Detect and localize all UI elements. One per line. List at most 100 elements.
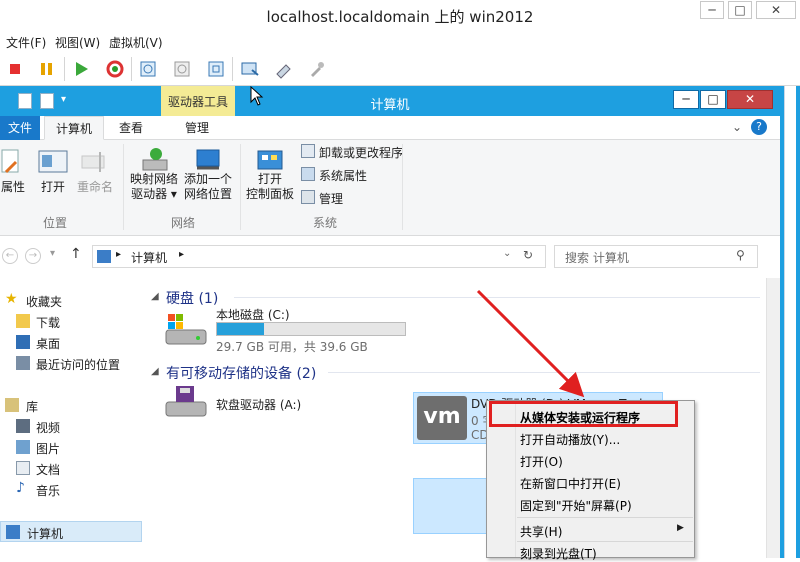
pictures-icon xyxy=(16,440,30,454)
recent-places-icon xyxy=(16,356,30,370)
vm-menu-bar: 文件(F) 视图(W) 虚拟机(V) xyxy=(0,30,800,52)
breadcrumb-chevron-icon[interactable]: ▸ xyxy=(116,249,121,260)
nav-downloads[interactable]: 下载 xyxy=(0,311,142,332)
open-button[interactable]: 打开 xyxy=(38,180,68,195)
ribbon-expand-icon[interactable]: ⌄ xyxy=(732,120,742,134)
vertical-scrollbar[interactable] xyxy=(766,278,780,558)
navigation-pane: ★ 收藏夹 下载 桌面 最近访问的位置 库 视频 图片 文档 ♪ 音乐 计算机 xyxy=(0,278,142,558)
map-drive-label-1[interactable]: 映射网络 xyxy=(128,172,180,187)
vm-minimize-button[interactable]: ─ xyxy=(700,1,724,19)
floppy-drive-name[interactable]: 软盘驱动器 (A:) xyxy=(216,396,301,413)
nav-documents[interactable]: 文档 xyxy=(0,458,142,479)
nav-libraries[interactable]: 库 xyxy=(0,395,142,416)
pause-icon[interactable] xyxy=(37,59,57,79)
forward-button[interactable]: → xyxy=(25,248,41,264)
search-placeholder: 搜索 计算机 xyxy=(565,251,629,265)
breadcrumb-computer[interactable]: 计算机 xyxy=(131,249,167,266)
revert-icon[interactable] xyxy=(172,59,192,79)
address-box[interactable]: ▸ 计算机 ▸ ⌄ ↻ xyxy=(92,245,546,268)
tab-file[interactable]: 文件 xyxy=(0,116,40,140)
vmware-tools-icon: vm xyxy=(417,396,467,440)
local-disk-icon[interactable] xyxy=(162,312,210,348)
rename-button[interactable]: 重命名 xyxy=(75,180,115,195)
ribbon-tabs: 文件 计算机 查看 管理 ⌄ ? xyxy=(0,116,780,140)
menu-view[interactable]: 视图(W) xyxy=(55,34,100,51)
back-button[interactable]: ← xyxy=(2,248,18,264)
rename-icon xyxy=(80,148,108,176)
settings-icon[interactable] xyxy=(307,59,327,79)
menu-open[interactable]: 打开(O) xyxy=(520,453,563,470)
local-disk-name[interactable]: 本地磁盘 (C:) xyxy=(216,306,290,323)
play-icon[interactable] xyxy=(71,59,91,79)
tab-manage[interactable]: 管理 xyxy=(165,116,229,140)
manage-snapshot-icon[interactable] xyxy=(206,59,226,79)
menu-vm[interactable]: 虚拟机(V) xyxy=(109,34,163,51)
search-icon[interactable]: ⚲ xyxy=(736,248,745,262)
nav-desktop[interactable]: 桌面 xyxy=(0,332,142,353)
connect-device-icon[interactable] xyxy=(274,59,294,79)
documents-icon xyxy=(16,461,30,475)
vm-maximize-button[interactable]: □ xyxy=(728,1,752,19)
mouse-cursor xyxy=(250,86,264,106)
system-properties-icon xyxy=(301,167,315,181)
menu-pin-to-start[interactable]: 固定到"开始"屏幕(P) xyxy=(520,497,632,514)
add-network-location-label-2[interactable]: 网络位置 xyxy=(182,187,234,202)
explorer-maximize-button[interactable]: □ xyxy=(700,90,726,109)
libraries-icon xyxy=(5,398,19,412)
menu-file[interactable]: 文件(F) xyxy=(6,34,46,51)
tab-view[interactable]: 查看 xyxy=(108,116,154,140)
manage-button[interactable]: 管理 xyxy=(319,190,343,207)
help-icon[interactable]: ? xyxy=(751,119,767,135)
up-button[interactable]: ↑ xyxy=(70,246,82,262)
videos-icon xyxy=(16,419,30,433)
uninstall-button[interactable]: 卸载或更改程序 xyxy=(319,144,403,161)
nav-videos[interactable]: 视频 xyxy=(0,416,142,437)
add-network-location-label-1[interactable]: 添加一个 xyxy=(182,172,234,187)
group-network-label: 网络 xyxy=(170,216,195,230)
red-arrow-annotation xyxy=(476,289,585,398)
local-disk-usage-bar xyxy=(216,322,406,336)
menu-open-new-window[interactable]: 在新窗口中打开(E) xyxy=(520,475,621,492)
explorer-close-button[interactable]: ✕ xyxy=(727,90,773,109)
control-panel-label-1[interactable]: 打开 xyxy=(244,172,296,187)
vm-title-bar: localhost.localdomain 上的 win2012 ─ □ ✕ xyxy=(0,0,800,30)
system-properties-button[interactable]: 系统属性 xyxy=(319,167,367,184)
stop-icon[interactable] xyxy=(5,59,25,79)
breadcrumb-next-chevron-icon[interactable]: ▸ xyxy=(179,249,184,260)
recent-locations-icon[interactable]: ▾ xyxy=(50,248,55,259)
vm-close-button[interactable]: ✕ xyxy=(756,1,796,19)
section-removable[interactable]: 有可移动存储的设备 (2) xyxy=(166,363,316,383)
explorer-minimize-button[interactable]: ─ xyxy=(673,90,699,109)
local-disk-info: 29.7 GB 可用，共 39.6 GB xyxy=(216,340,368,354)
nav-music[interactable]: ♪ 音乐 xyxy=(0,479,142,500)
group-system-label: 系统 xyxy=(312,216,337,230)
downloads-folder-icon xyxy=(16,314,30,328)
control-panel-label-2[interactable]: 控制面板 xyxy=(244,187,296,202)
address-dropdown-icon[interactable]: ⌄ xyxy=(503,248,511,259)
menu-share[interactable]: 共享(H) xyxy=(520,523,562,540)
properties-icon xyxy=(0,148,24,176)
star-icon: ★ xyxy=(5,291,18,307)
search-input[interactable]: 搜索 计算机 ⚲ xyxy=(554,245,758,268)
manage-icon xyxy=(301,190,315,204)
collapse-removable-section-icon[interactable]: ◢ xyxy=(151,366,159,377)
nav-favorites[interactable]: ★ 收藏夹 xyxy=(0,290,142,311)
floppy-drive-icon[interactable] xyxy=(162,384,210,420)
section-hard-disks[interactable]: 硬盘 (1) xyxy=(166,288,218,308)
menu-autoplay[interactable]: 打开自动播放(Y)... xyxy=(520,431,620,448)
explorer-title: 计算机 xyxy=(370,98,410,113)
tab-computer[interactable]: 计算机 xyxy=(44,116,104,140)
explorer-title-bar: ▾ 驱动器工具 计算机 ─ □ ✕ xyxy=(0,86,780,116)
collapse-hdd-icon[interactable]: ◢ xyxy=(151,291,159,302)
snapshot-icon[interactable] xyxy=(138,59,158,79)
refresh-icon[interactable]: ↻ xyxy=(523,248,533,262)
reset-icon[interactable] xyxy=(105,59,125,79)
menu-burn[interactable]: 刻录到光盘(T) xyxy=(520,545,597,562)
map-drive-label-2[interactable]: 驱动器 ▾ xyxy=(128,187,180,202)
properties-button[interactable]: 属性 xyxy=(0,180,26,195)
nav-computer[interactable]: 计算机 xyxy=(0,521,142,542)
nav-recent[interactable]: 最近访问的位置 xyxy=(0,353,142,374)
console-icon[interactable] xyxy=(240,59,260,79)
ribbon: 属性 打开 重命名 位置 映射网络 驱动器 ▾ 添加一个 网络位置 网络 打开 … xyxy=(0,140,780,236)
nav-pictures[interactable]: 图片 xyxy=(0,437,142,458)
